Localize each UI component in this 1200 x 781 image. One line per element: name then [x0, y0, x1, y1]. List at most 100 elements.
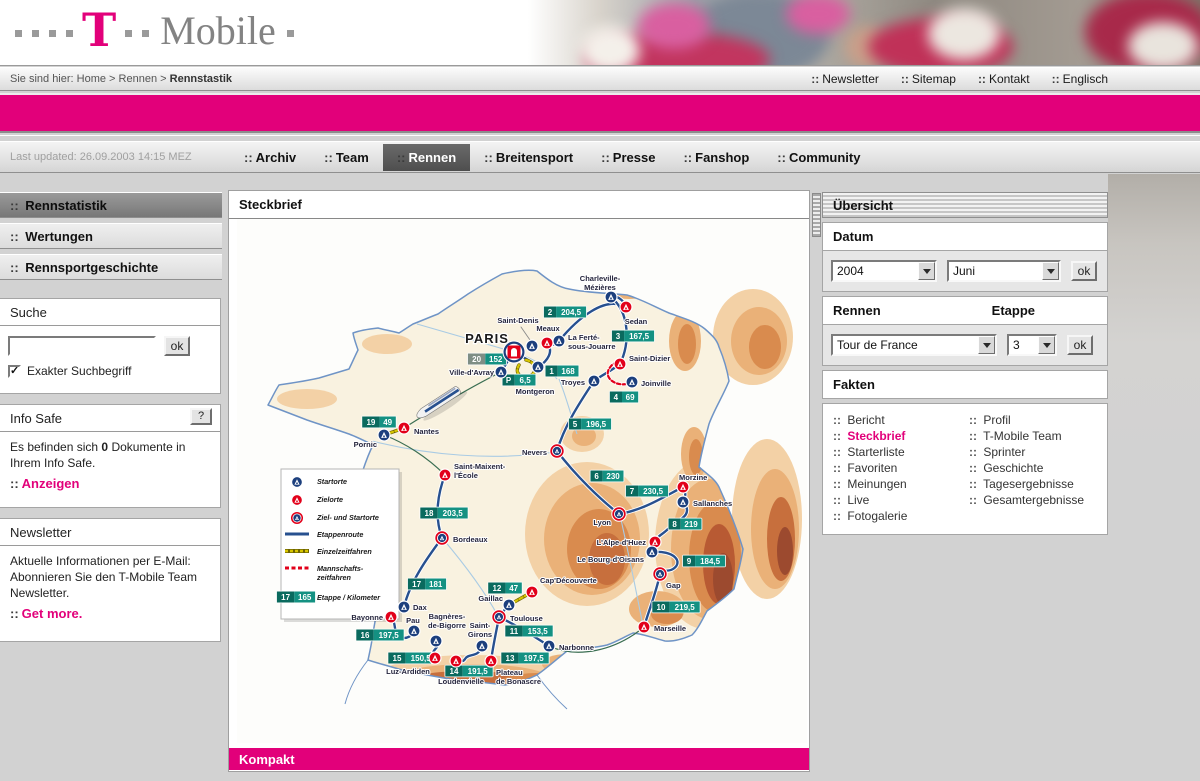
- map-city-sallanches: [677, 496, 689, 508]
- top-links: ::Newsletter::Sitemap::Kontakt::Englisch: [811, 72, 1108, 86]
- link-bullet-icon: ::: [811, 72, 819, 86]
- datum-ok-button[interactable]: ok: [1071, 261, 1097, 281]
- nav-item-rennen[interactable]: ::Rennen: [383, 144, 470, 171]
- sidebar-item-wertungen[interactable]: :: Wertungen: [0, 223, 222, 249]
- fakten-link-starterliste[interactable]: :: Starterliste: [833, 444, 959, 460]
- map-city-gap: [653, 567, 667, 581]
- breadcrumb-bar: Sie sind hier: Home > Rennen > Rennstast…: [0, 67, 1200, 91]
- map-label-bordeaux: Bordeaux: [453, 535, 488, 544]
- map-city-bagn-res-de-bigorre: [430, 635, 442, 647]
- map-label-troyes: Troyes: [561, 378, 585, 387]
- exact-search-checkbox[interactable]: ✓: [8, 365, 21, 378]
- divider-line: [0, 135, 1200, 136]
- fakten-link-tagesergebnisse[interactable]: :: Tagesergebnisse: [969, 476, 1095, 492]
- chevron-down-icon[interactable]: [918, 262, 935, 280]
- newsletter-getmore-link[interactable]: ::Get more.: [0, 601, 220, 626]
- map-label-toulouse: Toulouse: [510, 614, 543, 623]
- toplink-kontakt[interactable]: ::Kontakt: [978, 72, 1030, 86]
- infosafe-box: Info Safe ? Es befinden sich 0 Dokumente…: [0, 404, 221, 508]
- svg-text:152: 152: [489, 355, 503, 364]
- stage-badge-20: 20 152: [467, 353, 507, 366]
- help-button[interactable]: ?: [190, 408, 212, 425]
- search-ok-button[interactable]: ok: [164, 336, 190, 356]
- fakten-link-meinungen[interactable]: :: Meinungen: [833, 476, 959, 492]
- svg-text:17: 17: [412, 580, 421, 589]
- tmobile-logo[interactable]: T Mobile: [10, 6, 299, 60]
- fakten-link-geschichte[interactable]: :: Geschichte: [969, 460, 1095, 476]
- nav-item-label: Archiv: [256, 150, 296, 165]
- stage-badge-19: 1949: [361, 416, 396, 429]
- fakten-link-bericht[interactable]: :: Bericht: [833, 412, 959, 428]
- stage-select[interactable]: 3: [1007, 334, 1057, 356]
- infosafe-title: Info Safe: [10, 411, 62, 426]
- chevron-down-icon[interactable]: [1042, 262, 1059, 280]
- map-label-bayonne: Bayonne: [351, 613, 383, 622]
- fakten-link-t-mobile-team[interactable]: :: T-Mobile Team: [969, 428, 1095, 444]
- nav-item-breitensport[interactable]: ::Breitensport: [470, 144, 587, 171]
- toplink-newsletter[interactable]: ::Newsletter: [811, 72, 879, 86]
- nav-item-archiv[interactable]: ::Archiv: [230, 144, 310, 171]
- breadcrumb-item-rennstastik[interactable]: Rennstastik: [170, 73, 232, 85]
- header-banner: T Mobile: [0, 0, 1200, 66]
- map-city-le-bourg-d-oisans: [646, 546, 658, 558]
- svg-text:153,5: 153,5: [528, 627, 549, 636]
- map-city-plateau-de-bonascre: [485, 655, 497, 667]
- content-panel: Steckbrief StartorteZielorteZiel- und St…: [228, 190, 810, 772]
- fakten-link-fotogalerie[interactable]: :: Fotogalerie: [833, 508, 959, 524]
- stage-badge-1: 1168: [545, 365, 580, 378]
- svg-text:13: 13: [506, 654, 515, 663]
- svg-text:219,5: 219,5: [675, 603, 696, 612]
- map-city-lyon: [612, 507, 626, 521]
- svg-text:69: 69: [626, 393, 635, 402]
- nav-item-fanshop[interactable]: ::Fanshop: [669, 144, 763, 171]
- toplink-label: Englisch: [1063, 72, 1108, 86]
- logo-dot: [66, 30, 73, 37]
- map-label-gaillac: Gaillac: [478, 594, 503, 603]
- nav-item-presse[interactable]: ::Presse: [587, 144, 669, 171]
- svg-text:168: 168: [561, 367, 575, 376]
- fakten-link-sprinter[interactable]: :: Sprinter: [969, 444, 1095, 460]
- fakten-link-steckbrief[interactable]: :: Steckbrief: [833, 428, 959, 444]
- legend-label: Etappe / Kilometer: [317, 593, 381, 602]
- sidebar-item-rennsportgeschichte[interactable]: :: Rennsportgeschichte: [0, 254, 222, 280]
- toplink-englisch[interactable]: ::Englisch: [1052, 72, 1108, 86]
- map-label-joinville: Joinville: [641, 379, 671, 388]
- map-city-nantes: [398, 422, 410, 434]
- stage-badge-6: 6230: [590, 470, 625, 483]
- breadcrumb-item-home[interactable]: Home: [77, 73, 106, 85]
- breadcrumb-item-rennen[interactable]: Rennen: [119, 73, 158, 85]
- search-input[interactable]: [8, 336, 156, 356]
- rennen-label: Rennen: [833, 303, 881, 318]
- race-select[interactable]: Tour de France: [831, 334, 997, 356]
- etappe-ok-button[interactable]: ok: [1067, 335, 1093, 355]
- nav-item-team[interactable]: ::Team: [310, 144, 383, 171]
- map-label-morzine: Morzine: [679, 473, 707, 482]
- logo-dot: [125, 30, 132, 37]
- nav-item-community[interactable]: ::Community: [763, 144, 874, 171]
- fakten-link-profil[interactable]: :: Profil: [969, 412, 1095, 428]
- year-select[interactable]: 2004: [831, 260, 937, 282]
- fakten-link-live[interactable]: :: Live: [833, 492, 959, 508]
- fakten-link-favoriten[interactable]: :: Favoriten: [833, 460, 959, 476]
- map-city-saint-maixent-l-cole: [439, 469, 451, 481]
- last-updated: Last updated: 26.09.2003 14:15 MEZ: [10, 151, 192, 163]
- magenta-band: [0, 93, 1200, 133]
- chevron-down-icon[interactable]: [978, 336, 995, 354]
- map-label-pornic: Pornic: [354, 440, 377, 449]
- svg-text:181: 181: [429, 580, 443, 589]
- fakten-link-gesamtergebnisse[interactable]: :: Gesamtergebnisse: [969, 492, 1095, 508]
- infosafe-count: 0: [101, 440, 108, 454]
- svg-text:204,5: 204,5: [561, 308, 582, 317]
- svg-text:230: 230: [606, 472, 620, 481]
- content-scrollbar[interactable]: [812, 193, 821, 237]
- month-select[interactable]: Juni: [947, 260, 1061, 282]
- infosafe-show-link[interactable]: ::Anzeigen: [0, 471, 220, 496]
- stage-badge-10: 10 219,5: [652, 601, 701, 614]
- chevron-down-icon[interactable]: [1038, 336, 1055, 354]
- map-city-loudenvielle: [450, 655, 462, 667]
- svg-text:20: 20: [472, 355, 481, 364]
- sidebar-item-rennstatistik[interactable]: :: Rennstatistik: [0, 192, 222, 218]
- toplink-sitemap[interactable]: ::Sitemap: [901, 72, 956, 86]
- svg-text:10: 10: [657, 603, 666, 612]
- svg-text:167,5: 167,5: [629, 332, 650, 341]
